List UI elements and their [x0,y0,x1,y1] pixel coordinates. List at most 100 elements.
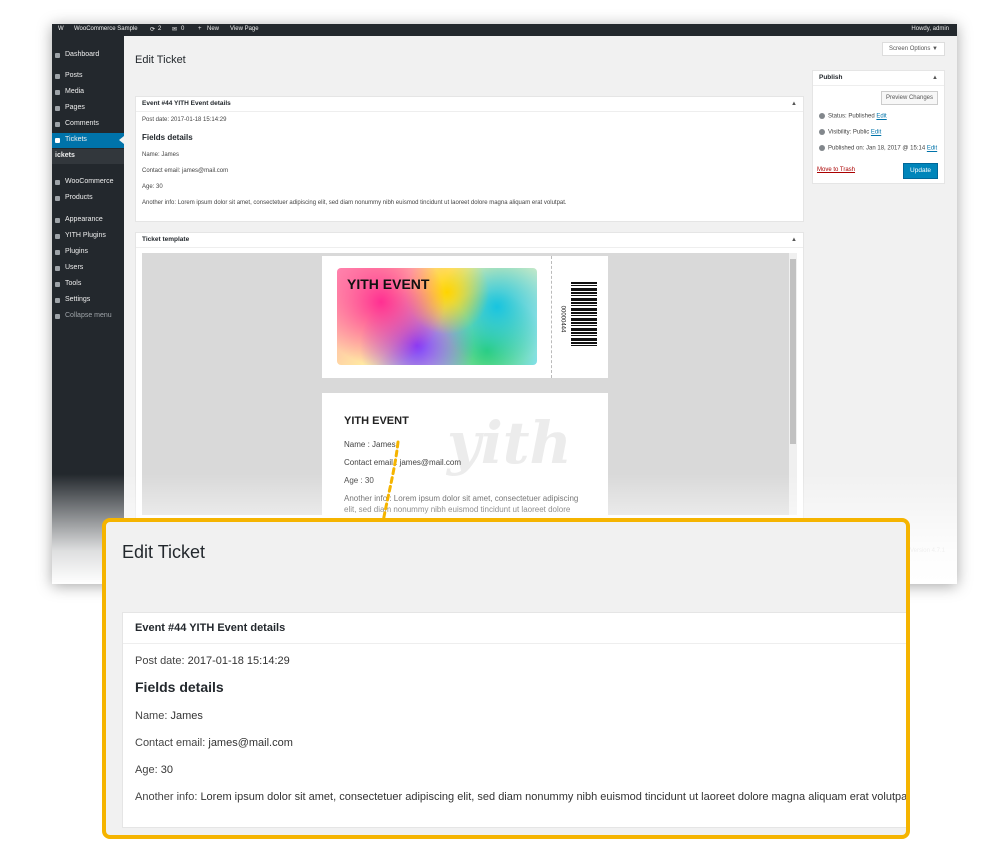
new-plus-icon[interactable]: + [198,26,202,32]
ticket-perforation [551,256,552,378]
pin-icon [819,113,825,119]
sidebar-collapse-menu[interactable]: Collapse menu [52,309,124,324]
published-edit-link[interactable]: Edit [927,146,937,152]
admin-screenshot: W WooCommerce Sample ⟳ 2 ✉ 0 + New View … [52,24,957,584]
appearance-icon [55,218,60,223]
calendar-icon [819,145,825,151]
eye-icon [819,129,825,135]
fields-details-heading: Fields details [142,133,193,142]
site-name-link[interactable]: WooCommerce Sample [74,26,138,32]
updates-count[interactable]: 2 [158,26,161,32]
pages-icon [55,106,60,111]
sidebar-item-posts[interactable]: Posts [52,69,124,84]
sidebar-subitem-tickets[interactable]: ickets [52,149,124,164]
comments-icon[interactable]: ✉ [172,26,177,33]
sidebar-item-dashboard[interactable]: Dashboard [52,48,124,63]
visibility-row: Visibility: Public Edit [819,129,881,136]
visibility-label: Visibility: Public [828,129,870,136]
zoom-info-label: Another info: [135,791,198,803]
publish-title: Publish [819,74,843,81]
publish-header: Publish ▲ [813,71,944,86]
sidebar-item-users[interactable]: Users [52,261,124,276]
media-icon [55,90,60,95]
tickets-icon [55,138,60,143]
comments-count[interactable]: 0 [181,26,184,32]
zoom-name-label: Name: [135,710,168,722]
yith-plugins-icon [55,234,60,239]
products-icon [55,196,60,201]
update-button[interactable]: Update [903,163,938,179]
zoom-name-value: James [170,710,203,722]
event-details-title: Event #44 YITH Event details [142,100,231,107]
published-row: Published on: Jan 18, 2017 @ 15:14 Edit [819,145,937,152]
zoom-info-row: Another info: Lorem ipsum dolor sit amet… [135,791,910,803]
event-image: YITH EVENT [337,268,537,365]
zoom-info-value: Lorem ipsum dolor sit amet, consectetuer… [200,791,910,803]
screen-options-button[interactable]: Screen Options ▼ [882,42,945,56]
ticket-back-title: YITH EVENT [344,415,409,427]
updates-icon[interactable]: ⟳ [150,26,155,33]
wordpress-logo-icon[interactable]: W [58,26,64,32]
zoom-email-row: Contact email: james@mail.com [135,737,293,749]
status-label: Status: Published [828,113,875,120]
post-date-row: Post date: 2017-01-18 15:14:29 [142,117,226,123]
sidebar-item-settings[interactable]: Settings [52,293,124,308]
settings-icon [55,298,60,303]
sidebar-item-plugins[interactable]: Plugins [52,245,124,260]
event-details-header: Event #44 YITH Event details ▲ [136,97,803,112]
howdy-user[interactable]: Howdy, admin [911,26,949,32]
dashboard-icon [55,53,60,58]
sidebar-item-media[interactable]: Media [52,85,124,100]
zoom-age-label: Age: [135,764,158,776]
woocommerce-icon [55,180,60,185]
zoom-email-value: james@mail.com [208,737,293,749]
sidebar-item-comments[interactable]: Comments [52,117,124,132]
post-date-label: Post date: [142,117,170,123]
sidebar-item-tools[interactable]: Tools [52,277,124,292]
sidebar-item-tickets[interactable]: Tickets [52,133,124,148]
users-icon [55,266,60,271]
zoom-age-value: 30 [160,764,173,776]
admin-sidebar: Dashboard Posts Media Pages Comments Tic… [52,36,124,584]
zoom-event-details-title: Event #44 YITH Event details [123,613,906,644]
zoom-callout: Edit Ticket Event #44 YITH Event details… [102,518,910,839]
event-details-box: Event #44 YITH Event details ▲ Post date… [135,96,804,222]
info-label: Another info: [142,200,177,206]
sidebar-item-woocommerce[interactable]: WooCommerce [52,175,124,190]
new-link[interactable]: New [207,26,219,32]
sidebar-item-yith-plugins[interactable]: YITH Plugins [52,229,124,244]
publish-box: Publish ▲ Preview Changes Status: Publis… [812,70,945,184]
collapse-arrow-icon[interactable]: ▲ [791,233,797,247]
status-edit-link[interactable]: Edit [876,114,886,120]
preview-changes-button[interactable]: Preview Changes [880,91,938,105]
move-to-trash-link[interactable]: Move to Trash [817,167,855,173]
view-page-link[interactable]: View Page [230,26,259,32]
zoom-fields-details-heading: Fields details [135,679,224,695]
post-date-value: 2017-01-18 15:14:29 [170,117,227,123]
ticket-scrollbar[interactable] [789,253,797,515]
sidebar-item-products[interactable]: Products [52,191,124,206]
scroll-thumb[interactable] [790,259,796,444]
info-row: Another info: Lorem ipsum dolor sit amet… [142,200,567,206]
admin-bar: W WooCommerce Sample ⟳ 2 ✉ 0 + New View … [52,24,957,36]
ticket-template-box: Ticket template ▲ YITH EVENT 00000444 yi… [135,232,804,534]
version-text: Version 4.7.1 [909,548,945,554]
email-row: Contact email: james@mail.com [142,168,228,174]
email-label: Contact email: [142,168,181,174]
email-value: james@mail.com [182,168,229,174]
age-row: Age: 30 [142,184,163,190]
zoom-post-date-label: Post date: [135,655,185,667]
collapse-icon [55,314,60,319]
age-value: 30 [156,184,163,190]
ticket-template-header: Ticket template ▲ [136,233,803,248]
sidebar-item-appearance[interactable]: Appearance [52,213,124,228]
posts-icon [55,74,60,79]
visibility-edit-link[interactable]: Edit [871,130,881,136]
barcode-number: 00000444 [559,305,566,333]
sidebar-item-pages[interactable]: Pages [52,101,124,116]
zoom-name-row: Name: James [135,710,203,722]
collapse-arrow-icon[interactable]: ▲ [932,71,938,85]
collapse-arrow-icon[interactable]: ▲ [791,97,797,111]
zoom-page-title: Edit Ticket [122,542,206,562]
comments-icon [55,122,60,127]
